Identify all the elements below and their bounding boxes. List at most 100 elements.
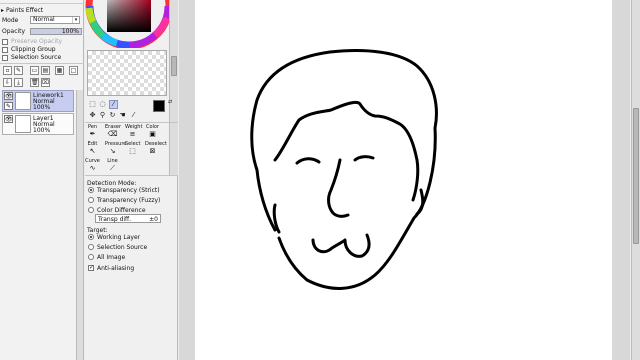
target-all-image-option[interactable]: All Image (86, 252, 176, 262)
clear-layer-icon[interactable]: ⌧ (41, 78, 50, 87)
clipping-group-label: Clipping Group (11, 46, 56, 53)
lasso-icon[interactable]: ◌ (98, 100, 107, 109)
preserve-opacity-checkbox[interactable] (2, 38, 8, 45)
tool-panel-scrollbar[interactable] (169, 0, 178, 175)
paints-effect-header[interactable]: ▸ Paints Effect (0, 6, 84, 15)
option-label: Color Difference (97, 206, 146, 214)
deselect-icon: ⊠ (149, 147, 156, 155)
ear-right (415, 188, 425, 216)
tool-select[interactable]: Select ⬚ (125, 141, 140, 157)
chevron-down-icon: ▾ (72, 17, 79, 23)
canvas-scrollbar[interactable] (631, 0, 640, 360)
tool-weight[interactable]: Weight ≡ (125, 124, 142, 140)
foreground-color-swatch[interactable] (153, 100, 165, 112)
color-icon: ▣ (149, 130, 156, 138)
eye-right (353, 155, 375, 162)
antialiasing-option[interactable]: Anti-aliasing (86, 263, 176, 273)
line-icon: ⟋ (110, 164, 115, 172)
transp-diff-field[interactable]: Transp diff. ±0 (95, 214, 161, 223)
transp-diff-value: ±0 (149, 216, 158, 223)
transp-diff-label: Transp diff. (98, 216, 132, 223)
magic-wand-icon[interactable]: ⁄ (109, 100, 118, 109)
folder-add-icon[interactable]: ▤ (41, 66, 50, 75)
tool-pen[interactable]: Pen ✒ (85, 124, 100, 140)
panel-grip[interactable] (0, 0, 84, 4)
canvas-scroll-thumb[interactable] (633, 108, 639, 244)
tool-pressure[interactable]: Pressure ↘ (105, 141, 126, 157)
zoom-icon[interactable]: ⚲ (98, 111, 107, 120)
radio-fuzzy[interactable] (88, 197, 94, 203)
mode-value: Normal (33, 16, 55, 23)
scroll-thumb[interactable] (171, 56, 177, 76)
tool-deselect[interactable]: Deselect ⊠ (145, 141, 167, 157)
opacity-slider[interactable]: 100% (30, 28, 82, 35)
rotate-icon[interactable]: ↻ (108, 111, 117, 120)
pressure-icon: ↘ (109, 147, 116, 155)
tool-line[interactable]: Line ⟋ (105, 158, 120, 174)
move-icon[interactable]: ✥ (88, 111, 97, 120)
face-drawing (250, 49, 438, 290)
swap-colors-icon[interactable]: ⇄ (168, 99, 172, 105)
transfer-down-icon[interactable]: ⇩ (3, 78, 12, 87)
pen-icon: ✒ (89, 130, 96, 138)
radio-working-layer[interactable] (88, 234, 94, 240)
tool-edit[interactable]: Edit ↖ (85, 141, 100, 157)
trash-icon[interactable]: 🗑 (30, 78, 39, 87)
curve-icon: ∿ (89, 164, 96, 172)
layer-item-layer1[interactable]: 👁 Layer1 Normal 100% (2, 113, 74, 135)
color-wheel[interactable] (85, 0, 178, 50)
opacity-label: Opacity (2, 28, 26, 35)
detection-strict-option[interactable]: Transparency (Strict) (86, 185, 176, 195)
color-wheel-area (85, 0, 178, 50)
clipping-group-checkbox[interactable] (2, 46, 8, 53)
radio-all-image[interactable] (88, 254, 94, 260)
layer-item-linework1[interactable]: 👁 ✎ Linework1 Normal 100% (2, 90, 74, 112)
radio-strict[interactable] (88, 187, 94, 193)
selection-source-checkbox[interactable] (2, 54, 8, 61)
layer-options-icon[interactable]: ▦ (55, 66, 64, 75)
option-label: Transparency (Strict) (97, 186, 160, 194)
new-layer-icon[interactable]: ▫ (3, 66, 12, 75)
tool-curve[interactable]: Curve ∿ (85, 158, 100, 174)
pen-icon[interactable]: ✎ (4, 102, 13, 110)
eye-icon[interactable]: 👁 (4, 92, 13, 100)
divider (85, 122, 178, 123)
drawing-canvas[interactable] (195, 0, 612, 360)
selection-source-option[interactable]: Selection Source (0, 53, 84, 62)
opacity-value: 100% (61, 28, 79, 35)
eye-icon[interactable]: 👁 (4, 115, 13, 123)
layer-thumbnail (15, 92, 31, 110)
new-folder-icon[interactable]: ▭ (30, 66, 39, 75)
option-label: Working Layer (97, 233, 141, 241)
antialiasing-checkbox[interactable] (88, 264, 94, 271)
mask-icon[interactable]: □ (69, 66, 78, 75)
eye-left (295, 157, 321, 165)
weight-icon: ≡ (129, 130, 136, 138)
target-working-layer-option[interactable]: Working Layer (86, 232, 176, 242)
select-icon: ⬚ (129, 147, 136, 155)
mode-select[interactable]: Normal ▾ (30, 16, 80, 24)
rect-select-icon[interactable]: ⬚ (88, 100, 97, 109)
target-selection-source-option[interactable]: Selection Source (86, 242, 176, 252)
layer-list-scrollbar[interactable] (76, 90, 83, 360)
tool-panel: ⬚ ◌ ⁄ ✥ ⚲ ↻ ☚ ⁄ ⇄ Pen ✒ Eraser ⌫ Weight … (85, 0, 178, 360)
eyedropper-icon[interactable]: ⁄ (129, 111, 138, 120)
hand-icon[interactable]: ☚ (118, 111, 127, 120)
paints-effect-label: Paints Effect (6, 7, 44, 14)
radio-colordiff[interactable] (88, 207, 94, 213)
option-label: Selection Source (97, 243, 148, 251)
eraser-icon: ⌫ (107, 130, 118, 138)
color-swatch-area[interactable] (87, 50, 167, 96)
radio-selection-source[interactable] (88, 244, 94, 250)
merge-down-icon[interactable]: ⤓ (14, 78, 23, 87)
option-label: All Image (97, 253, 126, 261)
edit-icon: ↖ (89, 147, 96, 155)
tool-eraser[interactable]: Eraser ⌫ (105, 124, 121, 140)
hairline (273, 100, 420, 202)
new-linework-layer-icon[interactable]: ✎ (14, 66, 23, 75)
tool-color[interactable]: Color ▣ (145, 124, 160, 140)
detection-fuzzy-option[interactable]: Transparency (Fuzzy) (86, 195, 176, 205)
layer-panel: ▸ Paints Effect Mode Normal ▾ Opacity 10… (0, 0, 84, 360)
option-label: Transparency (Fuzzy) (97, 196, 161, 204)
nose (327, 158, 350, 218)
